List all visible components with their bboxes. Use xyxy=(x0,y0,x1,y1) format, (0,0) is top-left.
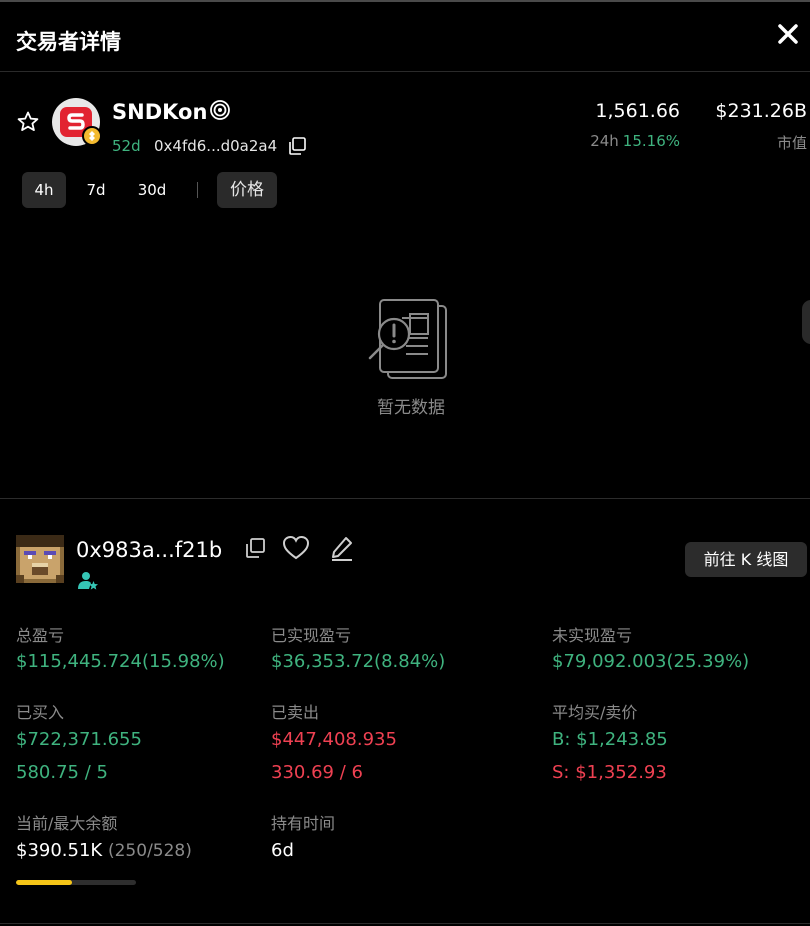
bottom-border xyxy=(0,923,810,924)
tab-4h[interactable]: 4h xyxy=(22,172,66,208)
copy-icon[interactable] xyxy=(244,537,266,559)
no-data-text: 暂无数据 xyxy=(377,398,445,418)
price-change: 24h 15.16% xyxy=(590,132,680,150)
copy-icon[interactable] xyxy=(287,136,307,156)
page-title: 交易者详情 xyxy=(16,30,121,54)
change-value: 15.16% xyxy=(622,132,680,150)
balance-progress-fill xyxy=(16,880,73,885)
avg-buy-price: B: $1,243.85 xyxy=(552,729,668,750)
side-drawer-handle[interactable] xyxy=(802,300,810,344)
trader-avatar xyxy=(16,535,64,583)
total-pnl-label: 总盈亏 xyxy=(16,626,65,645)
tab-7d[interactable]: 7d xyxy=(76,172,116,208)
balance-label: 当前/最大余额 xyxy=(16,814,118,833)
chain-badge-icon xyxy=(82,126,102,146)
heart-icon[interactable] xyxy=(282,535,310,561)
unrealized-pnl-value: $79,092.003(25.39%) xyxy=(552,651,750,672)
balance-value: $390.51K xyxy=(16,840,103,861)
balance-progress-bar xyxy=(16,880,136,885)
bought-detail: 580.75 / 5 xyxy=(16,762,108,783)
avg-sell-price: S: $1,352.93 xyxy=(552,762,667,783)
avg-price-label: 平均买/卖价 xyxy=(552,703,638,722)
token-info: SNDKon 52d 0x4fd6...d0a2a4 1,561.66 24h 1… xyxy=(0,92,810,162)
sold-detail: 330.69 / 6 xyxy=(271,762,363,783)
signal-icon xyxy=(210,100,230,120)
market-cap: $231.26B xyxy=(715,100,807,122)
tab-30d[interactable]: 30d xyxy=(128,172,176,208)
balance-detail: (250/528) xyxy=(107,841,192,861)
hold-time-label: 持有时间 xyxy=(271,814,336,833)
total-pnl-value: $115,445.724(15.98%) xyxy=(16,651,225,672)
token-address: 0x4fd6...d0a2a4 xyxy=(154,137,278,155)
bought-value: $722,371.655 xyxy=(16,729,142,750)
timeframe-tabs: 4h 7d 30d 价格 xyxy=(22,172,322,208)
tab-divider xyxy=(197,182,198,198)
change-period: 24h xyxy=(590,132,619,150)
unrealized-pnl-label: 未实现盈亏 xyxy=(552,626,633,645)
token-price: 1,561.66 xyxy=(595,100,680,122)
price-toggle-button[interactable]: 价格 xyxy=(217,172,277,208)
bought-label: 已买入 xyxy=(16,703,65,722)
goto-kline-button[interactable]: 前往 K 线图 xyxy=(685,542,807,577)
token-name: SNDKon xyxy=(112,100,208,124)
trader-address: 0x983a...f21b xyxy=(76,538,223,562)
balance-group: $390.51K (250/528) xyxy=(16,840,192,861)
hold-time-value: 6d xyxy=(271,840,294,861)
edit-icon[interactable] xyxy=(328,534,356,562)
user-star-icon xyxy=(78,572,98,590)
realized-pnl-value: $36,353.72(8.84%) xyxy=(271,651,446,672)
sold-value: $447,408.935 xyxy=(271,729,397,750)
market-cap-label: 市值 xyxy=(776,134,807,152)
close-icon[interactable] xyxy=(774,20,802,48)
section-divider xyxy=(0,498,810,499)
header: 交易者详情 xyxy=(0,2,810,72)
realized-pnl-label: 已实现盈亏 xyxy=(271,626,352,645)
star-icon[interactable] xyxy=(16,110,40,134)
no-data-icon xyxy=(368,299,447,379)
sold-label: 已卖出 xyxy=(271,703,320,722)
token-age: 52d xyxy=(112,137,141,155)
